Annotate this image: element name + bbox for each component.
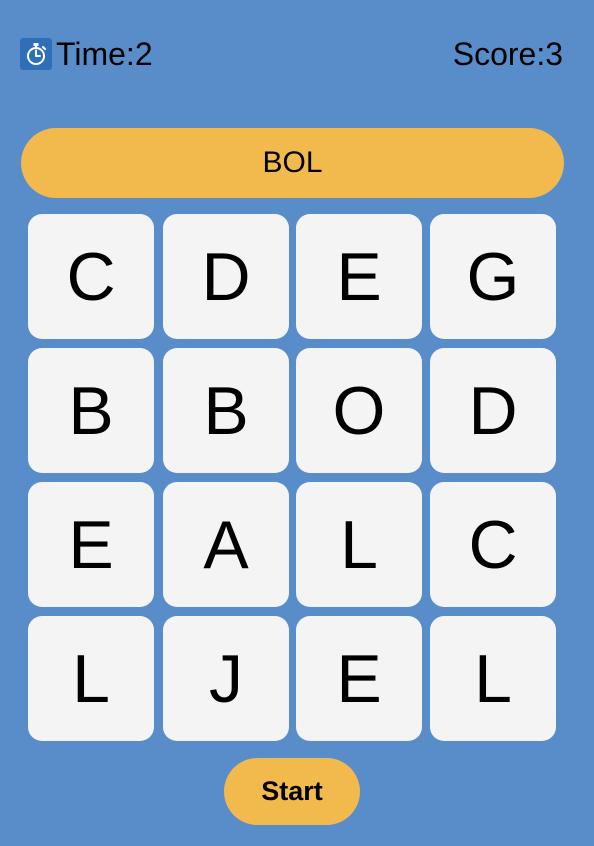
letter-tile[interactable]: J — [163, 616, 289, 741]
letter-tile[interactable]: O — [296, 348, 422, 473]
score: Score:3 — [453, 34, 563, 74]
current-word: BOL — [262, 146, 323, 179]
stopwatch-icon — [20, 38, 52, 70]
letter-grid: C D E G B B O D E A L C L J E L — [28, 214, 556, 741]
letter-tile[interactable]: L — [28, 616, 154, 741]
time-value: 2 — [134, 36, 153, 72]
timer-text: Time:2 — [56, 34, 153, 74]
letter-tile[interactable]: C — [430, 482, 556, 607]
time-label: Time: — [56, 36, 135, 72]
letter-tile[interactable]: B — [28, 348, 154, 473]
timer: Time:2 — [20, 34, 153, 74]
letter-tile[interactable]: C — [28, 214, 154, 339]
current-word-display: BOL — [21, 128, 564, 198]
letter-tile[interactable]: B — [163, 348, 289, 473]
letter-tile[interactable]: L — [296, 482, 422, 607]
letter-tile[interactable]: D — [430, 348, 556, 473]
letter-tile[interactable]: G — [430, 214, 556, 339]
score-label: Score: — [452, 36, 546, 72]
game-header: Time:2 Score:3 — [0, 0, 594, 100]
start-button[interactable]: Start — [224, 758, 360, 825]
letter-tile[interactable]: A — [163, 482, 289, 607]
score-value: 3 — [545, 36, 563, 72]
letter-tile[interactable]: E — [296, 616, 422, 741]
letter-tile[interactable]: D — [163, 214, 289, 339]
letter-tile[interactable]: E — [296, 214, 422, 339]
letter-tile[interactable]: E — [28, 482, 154, 607]
letter-tile[interactable]: L — [430, 616, 556, 741]
